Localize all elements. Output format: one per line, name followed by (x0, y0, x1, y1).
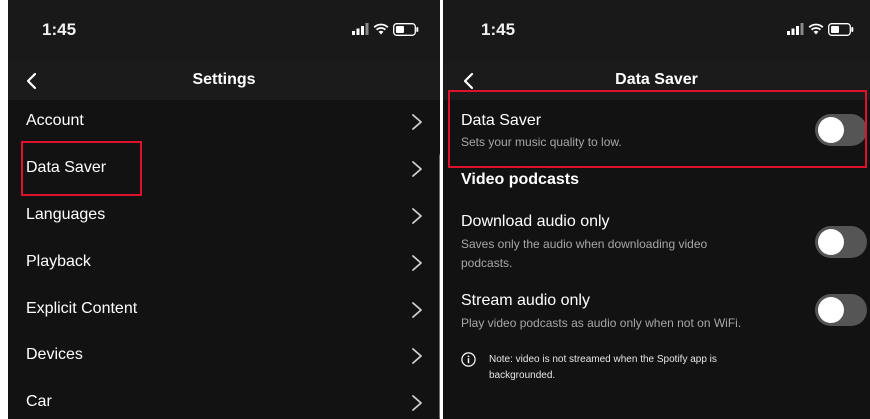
data-saver-screen: 1:45 Data Saver Data Saver Sets your mus… (443, 0, 870, 419)
setting-description: Play video podcasts as audio only when n… (461, 316, 742, 330)
note-text: Note: video is not streamed when the Spo… (489, 352, 789, 384)
wifi-icon (373, 23, 389, 35)
status-time: 1:45 (42, 20, 77, 39)
chevron-right-icon (412, 208, 422, 224)
nav-bar: Settings (8, 62, 440, 100)
settings-screen: 1:45 Settings Account Data Saver Languag… (8, 0, 440, 419)
download-audio-only-toggle[interactable] (815, 226, 867, 258)
menu-item-playback[interactable]: Playback (8, 241, 440, 287)
note-line2: backgrounded. (489, 370, 556, 381)
menu-item-label: Car (26, 393, 52, 410)
menu-item-account[interactable]: Account (8, 100, 440, 146)
setting-title: Stream audio only (461, 292, 590, 309)
menu-item-car[interactable]: Car (8, 381, 440, 419)
status-time: 1:45 (481, 20, 516, 39)
stream-audio-only-toggle[interactable] (815, 294, 867, 326)
chevron-right-icon (412, 114, 422, 130)
info-icon (461, 352, 476, 367)
stream-audio-only-setting: Stream audio only Play video podcasts as… (443, 280, 870, 340)
toggle-knob (818, 229, 844, 255)
page-title: Data Saver (615, 71, 698, 88)
menu-item-label: Languages (26, 206, 106, 223)
battery-icon (828, 22, 854, 36)
setting-description-line1: Saves only the audio when downloading vi… (461, 237, 708, 251)
chevron-right-icon (412, 255, 422, 271)
menu-item-label: Playback (26, 253, 91, 270)
signal-icon (787, 23, 804, 35)
setting-description-line2: podcasts. (461, 256, 513, 270)
menu-item-languages[interactable]: Languages (8, 194, 440, 240)
highlight-box-data-saver-toggle (448, 90, 867, 168)
wifi-icon (808, 23, 824, 35)
chevron-right-icon (412, 395, 422, 411)
status-bar: 1:45 (8, 0, 440, 62)
download-audio-only-setting: Download audio only Saves only the audio… (443, 200, 870, 280)
chevron-right-icon (412, 161, 422, 177)
battery-icon (393, 22, 419, 36)
scrollbar[interactable] (439, 154, 440, 419)
menu-item-devices[interactable]: Devices (8, 334, 440, 380)
status-icons (352, 22, 419, 36)
chevron-right-icon (412, 302, 422, 318)
menu-item-label: Devices (26, 346, 83, 363)
menu-item-explicit-content[interactable]: Explicit Content (8, 288, 440, 334)
chevron-right-icon (412, 348, 422, 364)
signal-icon (352, 23, 369, 35)
toggle-knob (818, 297, 844, 323)
menu-item-label: Explicit Content (26, 300, 138, 317)
status-bar: 1:45 (443, 0, 870, 62)
highlight-box-data-saver (21, 141, 142, 196)
setting-title: Download audio only (461, 213, 610, 230)
menu-item-label: Account (26, 112, 84, 129)
note-line1: Note: video is not streamed when the Spo… (489, 354, 717, 365)
section-heading: Video podcasts (461, 171, 579, 188)
status-icons (787, 22, 854, 36)
page-title: Settings (192, 71, 256, 88)
